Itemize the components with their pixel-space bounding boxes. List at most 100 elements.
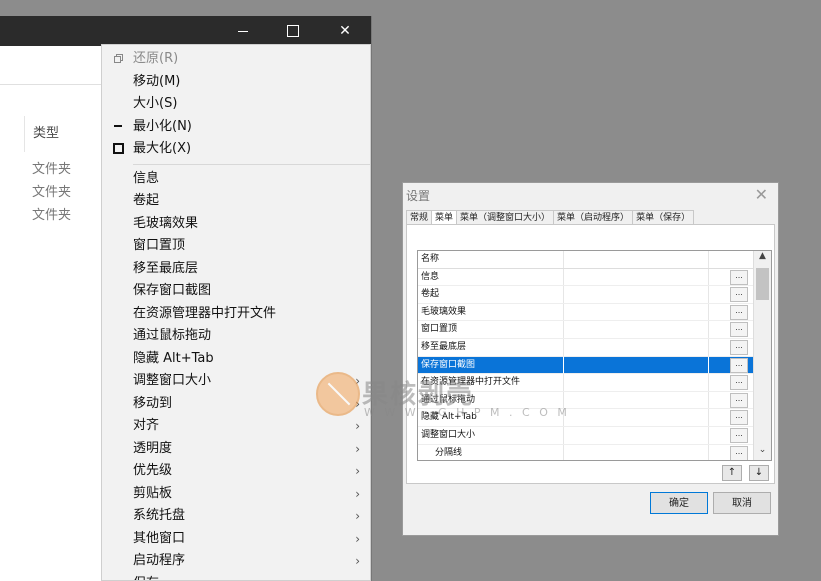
move-down-button[interactable]: ↓: [749, 465, 769, 481]
menu-item-label: 隐藏 Alt+Tab: [133, 350, 214, 366]
menu-item[interactable]: 窗口置顶: [102, 235, 370, 258]
menu-item-label: 保存: [133, 576, 159, 581]
menu-item-label: 优先级: [133, 463, 173, 478]
minimize-icon: [238, 30, 248, 32]
vertical-scrollbar[interactable]: ▲ ⌄: [753, 251, 771, 460]
menu-item[interactable]: 移至最底层: [102, 258, 370, 281]
list-item[interactable]: 移至最底层...: [418, 338, 771, 357]
menu-item-restore[interactable]: 还原(R): [102, 48, 370, 71]
menu-item[interactable]: 在资源管理器中打开文件: [102, 303, 370, 326]
close-icon[interactable]: ✕: [755, 185, 768, 204]
list-item-label: 卷起: [421, 289, 440, 300]
submenu-arrow-icon: ›: [355, 464, 360, 478]
menu-item-label: 移动到: [133, 395, 173, 411]
menu-item[interactable]: 对齐 ›: [102, 415, 370, 438]
edit-ellipsis-button[interactable]: ...: [730, 427, 748, 443]
tab[interactable]: 菜单（启动程序）: [553, 210, 634, 225]
watermark-subtext: W W W . G H P M . C O M: [364, 406, 570, 419]
file-list: 文件夹 文件夹 文件夹: [32, 158, 71, 227]
dialog-title: 设置: [406, 189, 431, 203]
list-item[interactable]: 分隔线...: [418, 444, 771, 460]
edit-ellipsis-button[interactable]: ...: [730, 410, 748, 426]
list-item-label: 调整窗口大小: [421, 429, 476, 440]
menu-item-label: 移至最底层: [133, 260, 199, 276]
edit-ellipsis-button[interactable]: ...: [730, 375, 748, 391]
menu-item[interactable]: 剪贴板 ›: [102, 483, 370, 506]
menu-item-label: 在资源管理器中打开文件: [133, 305, 277, 321]
list-item-label: 毛玻璃效果: [421, 306, 467, 317]
close-button[interactable]: ✕: [322, 16, 368, 46]
edit-ellipsis-button[interactable]: ...: [730, 392, 748, 408]
file-type-cell[interactable]: 文件夹: [32, 158, 71, 181]
move-up-button[interactable]: ↑: [722, 465, 742, 481]
tab-panel: 名称 信息... 卷起... 毛玻璃效果... 窗口置顶... 移至最底层... 保存窗口…: [406, 224, 775, 484]
menu-item-move[interactable]: 移动(M): [102, 71, 370, 94]
menu-item[interactable]: 其他窗口 ›: [102, 528, 370, 551]
list-header: 名称: [418, 251, 771, 269]
file-type-cell[interactable]: 文件夹: [32, 204, 71, 227]
submenu-arrow-icon: ›: [355, 441, 360, 456]
menu-item[interactable]: 优先级 ›: [102, 460, 370, 483]
menu-item-label: 最小化(N): [133, 118, 192, 134]
maximize-button[interactable]: [270, 16, 316, 46]
menu-item[interactable]: 透明度 ›: [102, 438, 370, 461]
ok-button[interactable]: 确定: [650, 492, 708, 514]
tab[interactable]: 菜单（调整窗口大小）: [456, 210, 555, 225]
column-header-type[interactable]: 类型: [24, 116, 59, 152]
menu-item[interactable]: 卷起: [102, 190, 370, 213]
menu-item-label: 保存窗口截图: [133, 283, 212, 298]
edit-ellipsis-button[interactable]: ...: [730, 322, 748, 338]
menu-item-label: 移动(M): [133, 73, 181, 89]
list-item[interactable]: 窗口置顶...: [418, 321, 771, 339]
scroll-down-icon[interactable]: ⌄: [754, 445, 771, 460]
edit-ellipsis-button[interactable]: ...: [730, 304, 748, 320]
menu-item[interactable]: 系统托盘 ›: [102, 505, 370, 528]
menu-item-label: 剪贴板: [133, 485, 173, 501]
menu-item[interactable]: 保存: [102, 573, 370, 581]
list-item[interactable]: 调整窗口大小...: [418, 426, 771, 445]
scroll-thumb[interactable]: [756, 268, 769, 300]
scroll-up-icon[interactable]: ▲: [754, 251, 771, 266]
tab[interactable]: 常规: [406, 210, 433, 225]
menu-item-label: 信息: [133, 170, 160, 186]
list-item[interactable]: 毛玻璃效果...: [418, 303, 771, 322]
maximize-icon: [287, 25, 299, 37]
submenu-arrow-icon: ›: [355, 531, 360, 546]
submenu-arrow-icon: ›: [355, 419, 360, 433]
menu-item-minimize[interactable]: 最小化(N): [102, 116, 370, 139]
minimize-button[interactable]: [220, 16, 266, 46]
submenu-arrow-icon: ›: [355, 509, 360, 523]
submenu-arrow-icon: ›: [355, 486, 360, 501]
list-rows: 信息... 卷起... 毛玻璃效果... 窗口置顶... 移至最底层... 保存窗口截图.…: [418, 268, 771, 460]
menu-item-label: 透明度: [133, 440, 173, 456]
menu-item-label: 通过鼠标拖动: [133, 328, 212, 343]
menu-item[interactable]: 毛玻璃效果: [102, 213, 370, 236]
list-item[interactable]: 保存窗口截图...: [418, 356, 771, 375]
submenu-arrow-icon: ›: [355, 554, 360, 568]
cancel-button[interactable]: 取消: [713, 492, 771, 514]
menu-item-label: 系统托盘: [133, 508, 186, 523]
menu-item-label: 调整窗口大小: [133, 373, 212, 388]
edit-ellipsis-button[interactable]: ...: [730, 269, 748, 285]
menu-item-label: 还原(R): [133, 51, 179, 66]
tab[interactable]: 菜单（保存）: [632, 210, 695, 225]
menu-item-maximize[interactable]: 最大化(X): [102, 138, 370, 161]
menu-items-list[interactable]: 名称 信息... 卷起... 毛玻璃效果... 窗口置顶... 移至最底层... 保存窗口…: [417, 250, 772, 461]
menu-item-label: 其他窗口: [133, 530, 186, 546]
list-item[interactable]: 信息...: [418, 268, 771, 287]
edit-ellipsis-button[interactable]: ...: [730, 339, 748, 355]
menu-item-size[interactable]: 大小(S): [102, 93, 370, 116]
edit-ellipsis-button[interactable]: ...: [730, 445, 748, 460]
menu-item[interactable]: 通过鼠标拖动: [102, 325, 370, 348]
list-item[interactable]: 卷起...: [418, 286, 771, 304]
close-icon: ✕: [339, 23, 351, 39]
menu-item[interactable]: 信息: [102, 168, 370, 191]
menu-item[interactable]: 隐藏 Alt+Tab: [102, 348, 370, 371]
edit-ellipsis-button[interactable]: ...: [730, 287, 748, 303]
menu-item[interactable]: 启动程序 ›: [102, 550, 370, 573]
edit-ellipsis-button[interactable]: ...: [730, 357, 748, 373]
watermark-circle-icon: [316, 372, 360, 416]
explorer-titlebar: ✕: [0, 16, 371, 46]
menu-item[interactable]: 保存窗口截图: [102, 280, 370, 303]
file-type-cell[interactable]: 文件夹: [32, 181, 71, 204]
